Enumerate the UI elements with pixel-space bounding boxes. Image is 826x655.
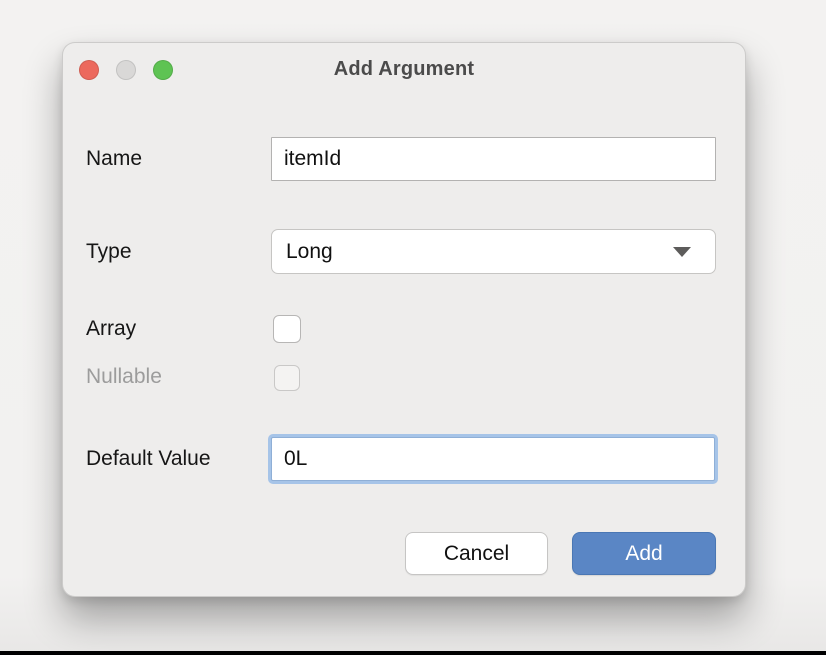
add-button[interactable]: Add [572,532,716,575]
array-label: Array [86,315,136,343]
nullable-checkbox [274,365,300,391]
screenshot-bottom-border [0,651,826,655]
desktop-background: Add Argument Name Type Long Array Nullab… [0,0,826,655]
default-value-input[interactable] [271,437,715,481]
default-value-label: Default Value [86,434,211,484]
type-dropdown-value: Long [286,240,673,264]
chevron-down-icon [673,247,691,257]
cancel-button[interactable]: Cancel [405,532,548,575]
dialog-window: Add Argument Name Type Long Array Nullab… [62,42,746,597]
default-value-focus-ring [268,434,718,484]
dialog-titlebar[interactable]: Add Argument [63,43,745,97]
name-input[interactable] [271,137,716,181]
type-dropdown[interactable]: Long [271,229,716,274]
array-checkbox[interactable] [273,315,301,343]
nullable-label: Nullable [86,364,162,390]
dialog-title: Add Argument [63,58,745,81]
type-label: Type [86,229,132,274]
name-label: Name [86,137,142,181]
